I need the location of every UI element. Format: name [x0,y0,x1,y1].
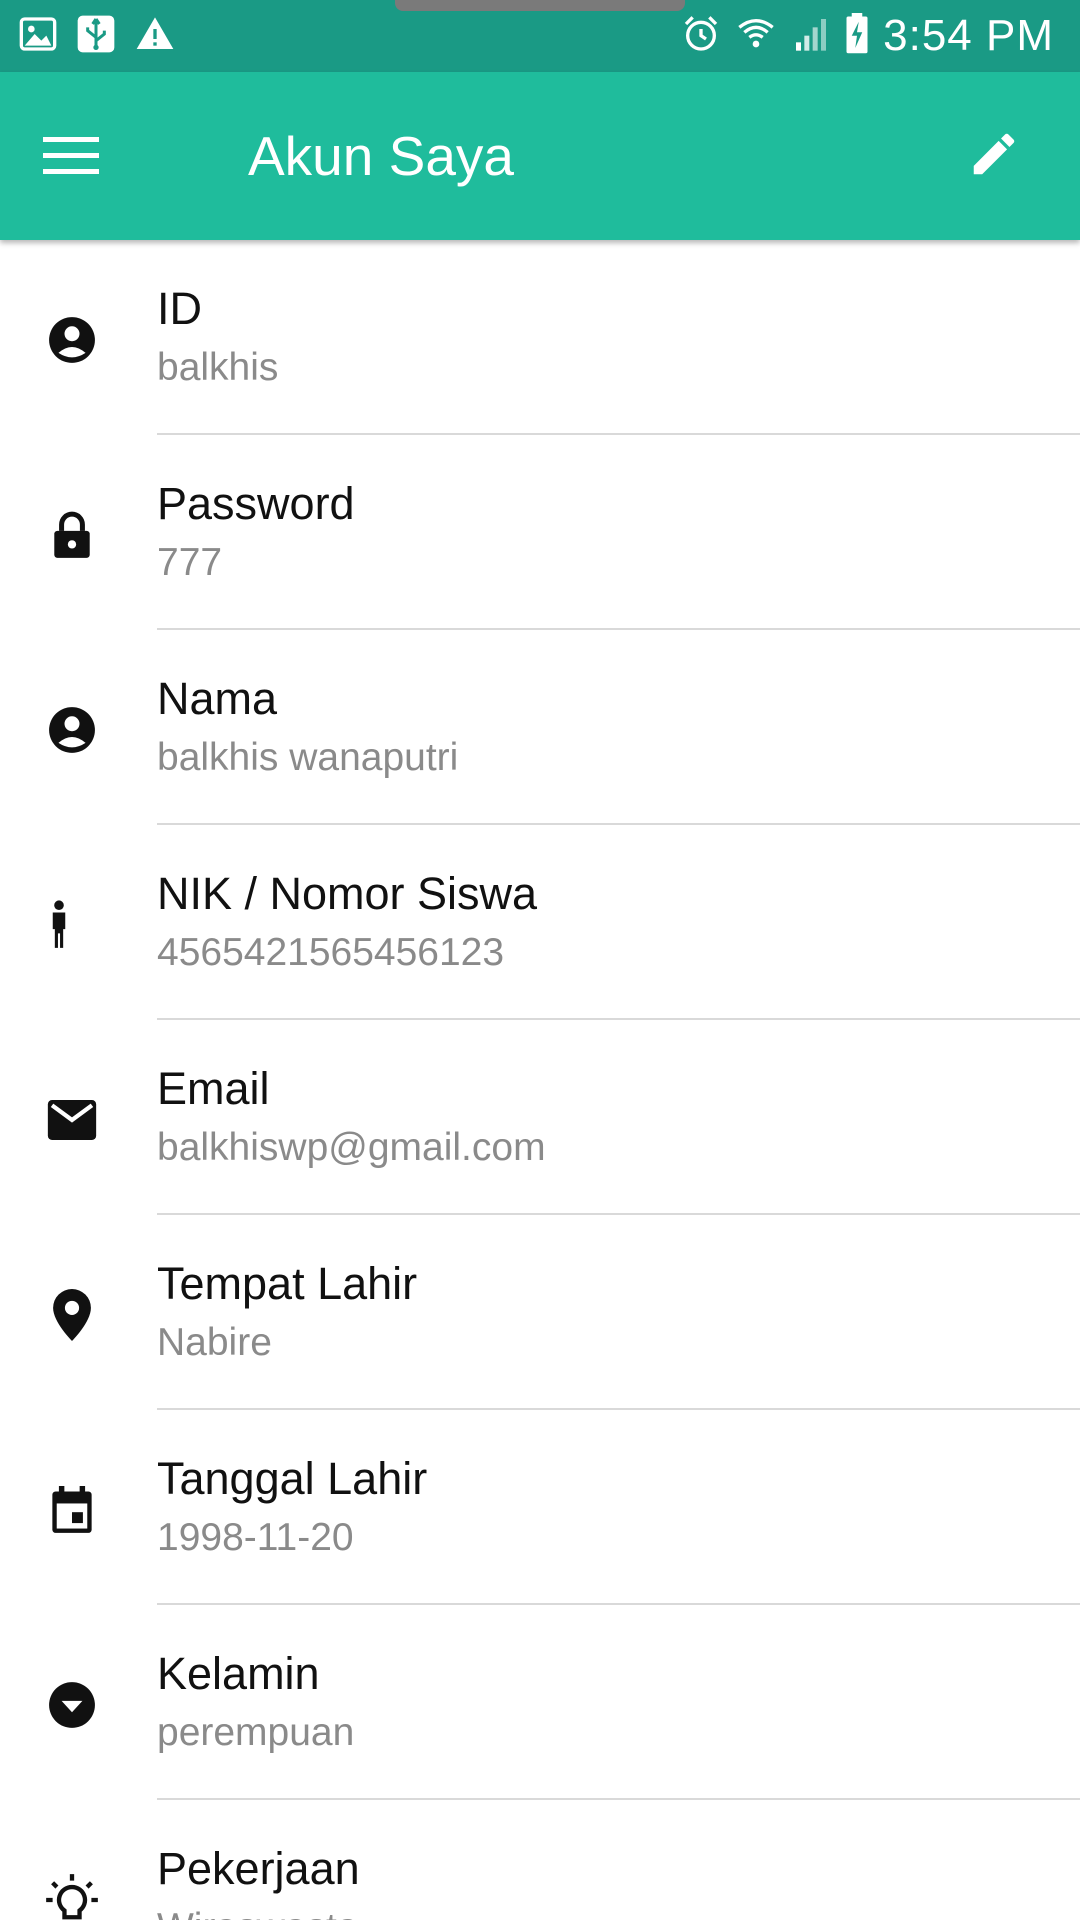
account-circle-icon [44,312,100,368]
list-item-pekerjaan[interactable]: Pekerjaan Wiraswasta [0,1800,1080,1920]
field-label: Password [157,478,355,529]
field-label: Nama [157,673,278,724]
notification-pull-handle [395,0,685,11]
status-bar: 3:54 PM [0,0,1080,72]
field-value: balkhis [157,346,279,389]
field-value: Wiraswasta [157,1904,359,1920]
field-value: balkhis wanaputri [157,736,459,779]
lightbulb-icon [44,1872,100,1920]
person-standing-icon [48,897,104,953]
warning-icon [134,14,176,59]
field-label: Kelamin [157,1648,320,1699]
wifi-icon [733,14,779,59]
lock-icon [44,507,100,563]
battery-charging-icon [843,12,871,60]
field-value: Nabire [157,1321,272,1364]
page-title: Akun Saya [248,125,515,187]
field-label: NIK / Nomor Siswa [157,868,538,919]
image-icon [18,14,58,59]
usb-icon [76,14,116,59]
app-bar: Akun Saya [0,72,1080,240]
field-label: ID [157,283,202,334]
hamburger-menu-icon [43,135,99,180]
alarm-icon [681,14,721,59]
field-value: balkhiswp@gmail.com [157,1126,546,1169]
field-value: 777 [157,541,223,584]
menu-button[interactable] [26,112,116,202]
status-left-icons [18,14,176,58]
field-value: perempuan [157,1711,355,1754]
calendar-icon [44,1482,100,1538]
location-pin-icon [44,1287,100,1343]
dropdown-circle-icon [44,1677,100,1733]
list-item-kelamin[interactable]: Kelamin perempuan [0,1605,1080,1800]
field-label: Email [157,1063,270,1114]
mail-icon [44,1092,100,1148]
account-circle-icon [44,702,100,758]
profile-field-list: ID balkhis Password 777 Nama balkhis wan… [0,240,1080,1920]
edit-pencil-icon [967,127,1021,186]
status-time: 3:54 PM [883,11,1054,60]
field-label: Tanggal Lahir [157,1453,428,1504]
field-value: 4565421565456123 [157,931,505,974]
edit-button[interactable] [944,106,1044,206]
list-item-nik[interactable]: NIK / Nomor Siswa 4565421565456123 [0,825,1080,1020]
my-account-screen: 3:54 PM Akun Saya ID balkhis Password 77… [0,0,1080,1920]
list-item-tempat-lahir[interactable]: Tempat Lahir Nabire [0,1215,1080,1410]
status-right-icons: 3:54 PM [681,10,1054,62]
list-item-password[interactable]: Password 777 [0,435,1080,630]
list-item-tanggal-lahir[interactable]: Tanggal Lahir 1998-11-20 [0,1410,1080,1605]
field-value: 1998-11-20 [157,1516,354,1559]
list-item-id[interactable]: ID balkhis [0,240,1080,435]
field-label: Pekerjaan [157,1843,360,1894]
field-label: Tempat Lahir [157,1258,418,1309]
signal-icon [791,14,831,59]
list-item-email[interactable]: Email balkhiswp@gmail.com [0,1020,1080,1215]
list-item-nama[interactable]: Nama balkhis wanaputri [0,630,1080,825]
